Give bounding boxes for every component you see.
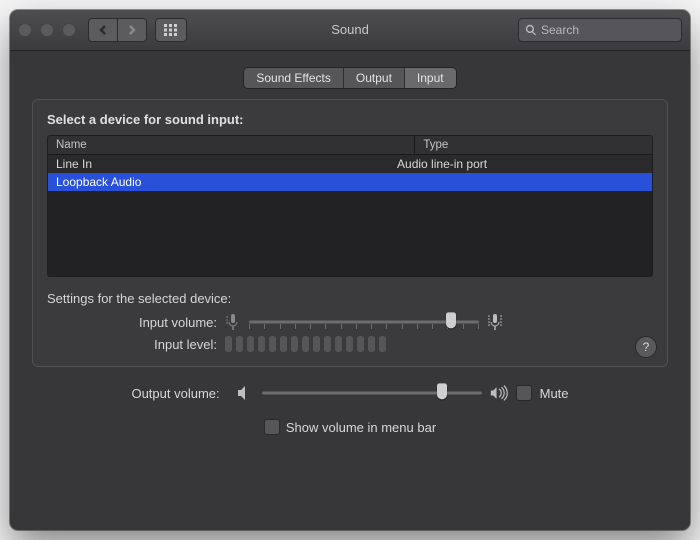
device-name: Loopback Audio <box>56 175 397 189</box>
tab-output[interactable]: Output <box>344 68 405 88</box>
back-button[interactable] <box>88 18 118 42</box>
nav-buttons <box>88 18 147 42</box>
input-level-meter <box>225 336 386 352</box>
device-name: Line In <box>56 157 397 171</box>
input-volume-slider[interactable] <box>249 312 479 332</box>
show-volume-menubar-checkbox[interactable] <box>264 419 280 435</box>
input-heading: Select a device for sound input: <box>47 112 653 127</box>
microphone-high-icon <box>487 313 503 331</box>
speaker-high-icon <box>490 385 508 401</box>
table-row[interactable]: Line In Audio line-in port <box>48 155 652 173</box>
input-level-row: Input level: <box>47 336 653 352</box>
column-type[interactable]: Type <box>415 136 652 154</box>
search-field[interactable]: Search <box>518 18 682 42</box>
window-controls <box>18 23 76 37</box>
zoom-window-button[interactable] <box>62 23 76 37</box>
settings-heading: Settings for the selected device: <box>47 291 653 306</box>
show-all-button[interactable] <box>155 18 187 42</box>
sound-preferences-window: Sound Search Sound Effects Output Input … <box>10 10 690 530</box>
search-icon <box>525 24 537 36</box>
output-volume-row: Output volume: Mute <box>32 383 668 403</box>
tab-sound-effects[interactable]: Sound Effects <box>244 68 344 88</box>
titlebar: Sound Search <box>10 10 690 51</box>
close-window-button[interactable] <box>18 23 32 37</box>
chevron-left-icon <box>98 25 108 35</box>
minimize-window-button[interactable] <box>40 23 54 37</box>
menubar-row: Show volume in menu bar <box>32 419 668 435</box>
pane-body: Sound Effects Output Input Select a devi… <box>10 51 690 530</box>
show-volume-menubar-label: Show volume in menu bar <box>286 420 436 435</box>
table-header: Name Type <box>48 136 652 155</box>
microphone-low-icon <box>225 313 241 331</box>
column-name[interactable]: Name <box>48 136 415 154</box>
input-device-table: Name Type Line In Audio line-in port Loo… <box>47 135 653 277</box>
input-level-label: Input level: <box>47 337 225 352</box>
grid-icon <box>164 24 178 36</box>
device-type: Audio line-in port <box>397 157 644 171</box>
table-row[interactable]: Loopback Audio <box>48 173 652 191</box>
output-volume-slider[interactable] <box>262 383 482 403</box>
output-volume-label: Output volume: <box>131 386 227 401</box>
tab-bar: Sound Effects Output Input <box>32 67 668 89</box>
input-group: Select a device for sound input: Name Ty… <box>32 99 668 367</box>
speaker-low-icon <box>236 385 254 401</box>
input-volume-row: Input volume: <box>47 312 653 332</box>
search-placeholder: Search <box>541 23 579 37</box>
mute-checkbox[interactable] <box>516 385 532 401</box>
chevron-right-icon <box>127 25 137 35</box>
mute-label: Mute <box>540 386 569 401</box>
help-button[interactable]: ? <box>635 336 657 358</box>
device-type <box>397 175 644 189</box>
help-icon: ? <box>643 340 650 354</box>
tab-input[interactable]: Input <box>405 68 456 88</box>
input-volume-label: Input volume: <box>47 315 225 330</box>
forward-button[interactable] <box>118 18 147 42</box>
